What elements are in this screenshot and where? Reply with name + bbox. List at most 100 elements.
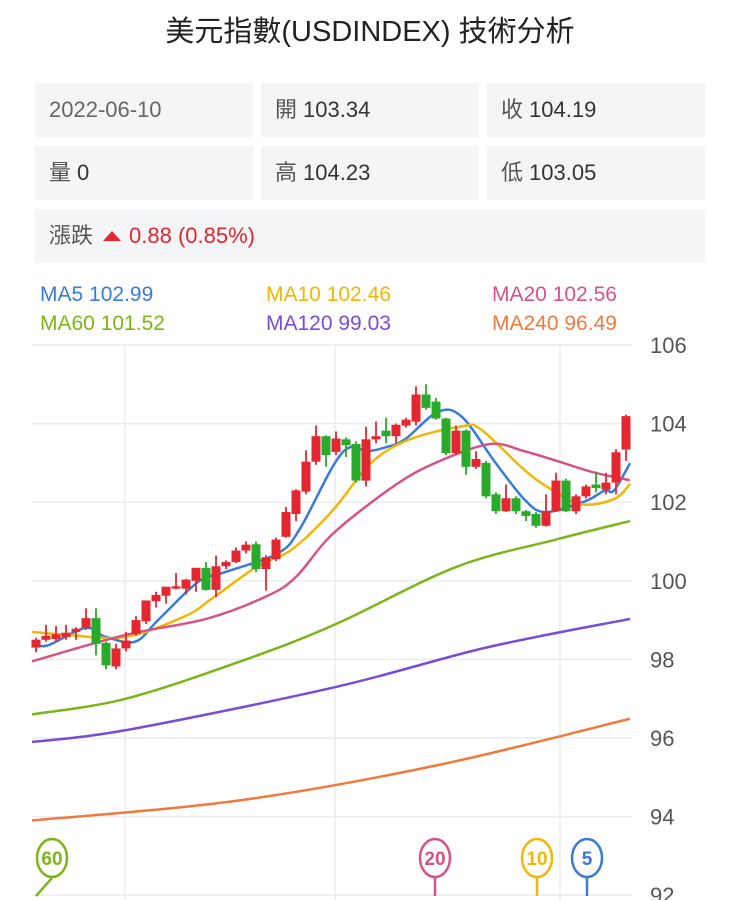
date-cell: 2022-06-10	[35, 83, 253, 137]
candle-body	[201, 567, 211, 590]
candle-body	[521, 511, 531, 516]
candle-body	[621, 416, 631, 450]
candle-body	[491, 494, 501, 512]
candle-body	[361, 439, 371, 481]
candle-body	[421, 394, 431, 408]
candle-body	[301, 461, 311, 492]
candle-body	[281, 512, 291, 537]
date-value: 2022-06-10	[49, 97, 162, 122]
candle-body	[101, 642, 111, 666]
candle-body	[591, 484, 601, 489]
candle-body	[191, 567, 201, 581]
candle-body	[431, 401, 441, 419]
candle-body	[341, 439, 351, 446]
ma-marker-label: 60	[41, 849, 62, 870]
candle-body	[571, 496, 581, 512]
ma-line-ma60	[31, 519, 631, 716]
candle-body	[31, 639, 41, 648]
open-label: 開	[275, 97, 298, 122]
y-tick-label: 104	[650, 412, 687, 437]
ma-marker-label: 5	[582, 849, 593, 870]
candle-body	[261, 557, 271, 570]
candle-body	[141, 600, 151, 622]
candle-body	[561, 480, 571, 512]
change-cell: 漲跌 0.88 (0.85%)	[35, 209, 705, 263]
candle-body	[161, 586, 171, 596]
candle-body	[541, 511, 551, 526]
candle-body	[501, 498, 511, 512]
candle-body	[71, 628, 81, 632]
candle-body	[451, 430, 461, 454]
open-cell: 開 103.34	[261, 83, 479, 137]
ma-line-ma20	[31, 442, 631, 663]
candle-body	[351, 444, 361, 481]
y-tick-label: 100	[650, 569, 687, 594]
legend-ma20: MA20 102.56	[492, 283, 617, 306]
close-cell: 收 104.19	[487, 83, 705, 137]
up-triangle-icon	[103, 230, 122, 241]
close-label: 收	[501, 97, 524, 122]
ma-marker-stem	[35, 877, 53, 897]
candle-body	[381, 430, 391, 437]
high-cell: 高 104.23	[261, 146, 479, 200]
y-tick-label: 94	[650, 805, 674, 830]
low-cell: 低 103.05	[487, 146, 705, 200]
candle-body	[321, 436, 331, 456]
candle-body	[371, 436, 381, 440]
candle-body	[51, 634, 61, 639]
high-label: 高	[275, 160, 298, 185]
candle-body	[271, 539, 281, 560]
change-label: 漲跌	[49, 223, 94, 248]
candle-body	[221, 561, 231, 567]
volume-label: 量	[49, 160, 72, 185]
candle-body	[401, 419, 411, 426]
candle-body	[391, 424, 401, 437]
candle-body	[41, 635, 51, 640]
y-tick-label: 106	[650, 333, 687, 358]
candle-body	[601, 482, 611, 490]
candle-body	[211, 566, 221, 590]
ma-line-ma240	[31, 717, 631, 822]
y-tick-label: 98	[650, 647, 674, 672]
y-tick-label: 102	[650, 490, 687, 515]
low-label: 低	[501, 160, 524, 185]
candle-body	[111, 648, 121, 667]
candle-body	[611, 452, 621, 483]
candle-body	[311, 436, 321, 462]
high-value: 104.23	[303, 160, 371, 185]
candlestick-chart: 106 104 102 100 98 96 94 92 60 20 10 5	[31, 333, 687, 900]
close-value: 104.19	[529, 97, 597, 122]
candle-body	[291, 490, 301, 514]
volume-value: 0	[77, 160, 90, 185]
candle-body	[171, 586, 181, 589]
candle-body	[551, 480, 561, 512]
page-title: 美元指數(USDINDEX) 技術分析	[165, 16, 575, 48]
candle-body	[231, 550, 241, 562]
ma-marker-label: 20	[424, 849, 445, 870]
candle-body	[131, 620, 141, 634]
candle-body	[241, 544, 251, 551]
open-value: 103.34	[303, 97, 371, 122]
legend-ma5: MA5 102.99	[40, 283, 154, 306]
candle-body	[151, 594, 161, 602]
candle-body	[331, 438, 341, 452]
legend-ma10: MA10 102.46	[266, 283, 391, 306]
candle-body	[61, 632, 71, 637]
candle-body	[471, 458, 481, 467]
low-value: 103.05	[529, 160, 597, 185]
candle-body	[251, 544, 261, 570]
volume-cell: 量0	[35, 146, 253, 200]
candle-body	[481, 462, 491, 497]
candle-body	[531, 513, 541, 526]
y-tick-label: 96	[650, 726, 674, 751]
candle-body	[121, 640, 131, 649]
candle-body	[511, 498, 521, 512]
candle-body	[81, 618, 91, 628]
candle-body	[181, 579, 191, 589]
change-value: 0.88 (0.85%)	[129, 223, 255, 248]
ma-line-ma5	[31, 408, 632, 648]
candle-body	[581, 486, 591, 497]
candle-body	[441, 418, 451, 454]
ma-marker-label: 10	[526, 849, 547, 870]
candle-body	[91, 618, 101, 644]
